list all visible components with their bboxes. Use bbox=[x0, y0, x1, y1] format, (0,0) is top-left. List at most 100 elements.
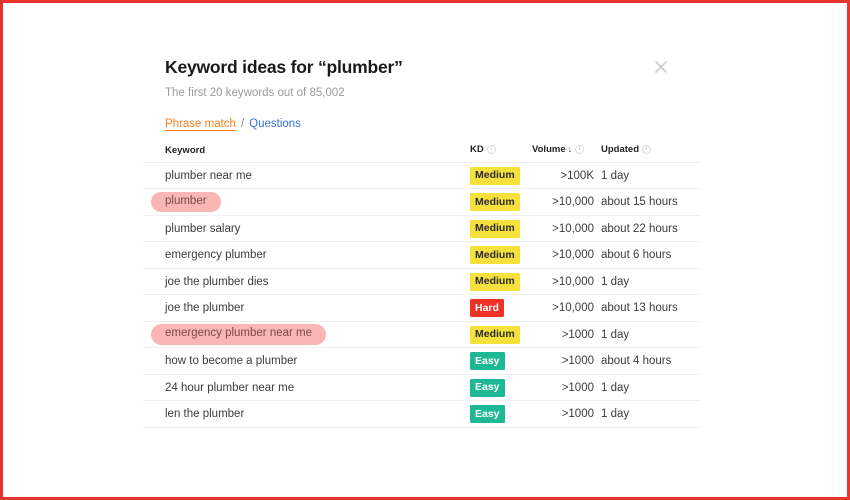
volume-value: >10,000 bbox=[552, 249, 594, 262]
cell-updated: 1 day bbox=[594, 162, 701, 190]
updated-value: 1 day bbox=[601, 328, 630, 341]
cell-keyword[interactable]: plumber bbox=[143, 188, 470, 216]
updated-value: about 13 hours bbox=[601, 302, 678, 315]
cell-updated: about 13 hours bbox=[594, 294, 701, 322]
kd-badge: Medium bbox=[470, 325, 520, 344]
info-icon-volume[interactable]: i bbox=[575, 144, 585, 154]
cell-keyword[interactable]: plumber salary bbox=[143, 215, 470, 243]
modal-header: Keyword ideas for “plumber” The first 20… bbox=[143, 37, 683, 130]
table-header: Keyword KD i Volume ↓ i Updated i bbox=[143, 138, 701, 163]
cell-volume: >10,000 bbox=[532, 241, 594, 269]
cell-keyword[interactable]: emergency plumber near me bbox=[143, 321, 470, 349]
table-row[interactable]: joe the plumber dies Medium >10,000 1 day bbox=[143, 268, 701, 296]
table-row[interactable]: emergency plumber Medium >10,000 about 6 ho… bbox=[143, 241, 701, 269]
column-header-keyword[interactable]: Keyword bbox=[143, 138, 470, 163]
info-icon-kd[interactable]: i bbox=[486, 144, 496, 154]
table-header-row: Keyword KD i Volume ↓ i Updated i bbox=[143, 138, 701, 163]
column-header-kd[interactable]: KD i bbox=[470, 138, 532, 163]
updated-value: 1 day bbox=[601, 275, 630, 288]
table-row[interactable]: plumber near me Medium >100K 1 day bbox=[143, 162, 701, 190]
volume-value: >100K bbox=[560, 169, 594, 182]
keyword-highlighted[interactable]: emergency plumber near me bbox=[151, 324, 327, 345]
cell-updated: 1 day bbox=[594, 400, 701, 428]
updated-value: about 15 hours bbox=[601, 196, 678, 209]
keyword-text[interactable]: emergency plumber bbox=[165, 249, 267, 261]
cell-volume: >10,000 bbox=[532, 188, 594, 216]
volume-value: >10,000 bbox=[552, 275, 594, 288]
info-icon-updated[interactable]: i bbox=[642, 144, 651, 154]
kd-badge: Easy bbox=[470, 378, 505, 397]
cell-kd: Medium bbox=[470, 162, 532, 190]
column-header-kd-label: KD bbox=[470, 143, 484, 155]
cell-kd: Easy bbox=[470, 400, 532, 428]
volume-value: >1000 bbox=[561, 408, 594, 421]
cell-keyword[interactable]: 24 hour plumber near me bbox=[143, 374, 470, 402]
cell-kd: Hard bbox=[470, 294, 532, 322]
cell-keyword[interactable]: how to become a plumber bbox=[143, 347, 470, 375]
kd-badge: Easy bbox=[470, 405, 505, 424]
keyword-text[interactable]: how to become a plumber bbox=[165, 355, 297, 367]
tab-questions[interactable]: Questions bbox=[249, 118, 301, 130]
keyword-text[interactable]: plumber salary bbox=[165, 223, 240, 235]
column-header-volume[interactable]: Volume ↓ i bbox=[532, 138, 594, 163]
cell-updated: 1 day bbox=[594, 268, 701, 296]
cell-kd: Easy bbox=[470, 347, 532, 375]
column-header-volume-label: Volume bbox=[532, 143, 566, 155]
cell-kd: Medium bbox=[470, 321, 532, 349]
cell-kd: Medium bbox=[470, 215, 532, 243]
keyword-ideas-modal: Keyword ideas for “plumber” The first 20… bbox=[143, 37, 701, 428]
table-row[interactable]: how to become a plumber Easy >1000 about 4 … bbox=[143, 347, 701, 375]
keyword-text[interactable]: joe the plumber dies bbox=[165, 276, 269, 288]
column-header-updated-label: Updated bbox=[601, 143, 639, 155]
kd-badge: Medium bbox=[470, 193, 520, 212]
table-row[interactable]: plumber salary Medium >10,000 about 22 hour… bbox=[143, 215, 701, 243]
cell-updated: about 6 hours bbox=[594, 241, 701, 269]
volume-value: >10,000 bbox=[552, 196, 594, 209]
keyword-highlighted[interactable]: plumber bbox=[151, 191, 221, 213]
sort-descending-icon[interactable]: ↓ bbox=[568, 144, 573, 154]
table-row[interactable]: len the plumber Easy >1000 1 day bbox=[143, 400, 701, 428]
cell-keyword[interactable]: emergency plumber bbox=[143, 241, 470, 269]
cell-kd: Medium bbox=[470, 188, 532, 216]
cell-volume: >10,000 bbox=[532, 215, 594, 243]
cell-volume: >1000 bbox=[532, 321, 594, 349]
keyword-text[interactable]: plumber near me bbox=[165, 170, 252, 182]
kd-badge: Medium bbox=[470, 272, 520, 291]
volume-value: >10,000 bbox=[552, 222, 594, 235]
updated-value: 1 day bbox=[601, 381, 630, 394]
keyword-text[interactable]: 24 hour plumber near me bbox=[165, 382, 294, 394]
kd-badge: Medium bbox=[470, 219, 520, 238]
table-body: plumber near me Medium >100K 1 day plumber Me… bbox=[143, 162, 701, 428]
cell-keyword[interactable]: plumber near me bbox=[143, 162, 470, 190]
table-row[interactable]: 24 hour plumber near me Easy >1000 1 day bbox=[143, 374, 701, 402]
keyword-text[interactable]: len the plumber bbox=[165, 408, 244, 420]
cell-volume: >1000 bbox=[532, 374, 594, 402]
cell-keyword[interactable]: joe the plumber bbox=[143, 294, 470, 322]
cell-keyword[interactable]: len the plumber bbox=[143, 400, 470, 428]
volume-value: >1000 bbox=[561, 355, 594, 368]
cell-updated: about 4 hours bbox=[594, 347, 701, 375]
cell-volume: >10,000 bbox=[532, 268, 594, 296]
column-header-updated[interactable]: Updated i bbox=[594, 138, 701, 163]
keyword-text[interactable]: joe the plumber bbox=[165, 302, 244, 314]
table-row[interactable]: emergency plumber near me Medium >1000 1 da… bbox=[143, 321, 701, 349]
cell-volume: >10,000 bbox=[532, 294, 594, 322]
updated-value: 1 day bbox=[601, 169, 630, 182]
tab-phrase-match[interactable]: Phrase match bbox=[165, 118, 236, 130]
screenshot-frame: Keyword ideas for “plumber” The first 20… bbox=[0, 0, 850, 500]
table-row[interactable]: plumber Medium >10,000 about 15 hours bbox=[143, 188, 701, 216]
close-icon[interactable] bbox=[651, 57, 671, 77]
cell-volume: >1000 bbox=[532, 347, 594, 375]
tab-separator: / bbox=[240, 117, 245, 130]
volume-value: >1000 bbox=[561, 381, 594, 394]
volume-value: >10,000 bbox=[552, 302, 594, 315]
cell-keyword[interactable]: joe the plumber dies bbox=[143, 268, 470, 296]
updated-value: about 6 hours bbox=[601, 249, 672, 262]
kd-badge: Medium bbox=[470, 246, 520, 265]
volume-value: >1000 bbox=[561, 328, 594, 341]
cell-updated: 1 day bbox=[594, 374, 701, 402]
table-row[interactable]: joe the plumber Hard >10,000 about 13 hours bbox=[143, 294, 701, 322]
cell-kd: Easy bbox=[470, 374, 532, 402]
kd-badge: Easy bbox=[470, 352, 505, 371]
column-header-keyword-label: Keyword bbox=[165, 144, 206, 156]
